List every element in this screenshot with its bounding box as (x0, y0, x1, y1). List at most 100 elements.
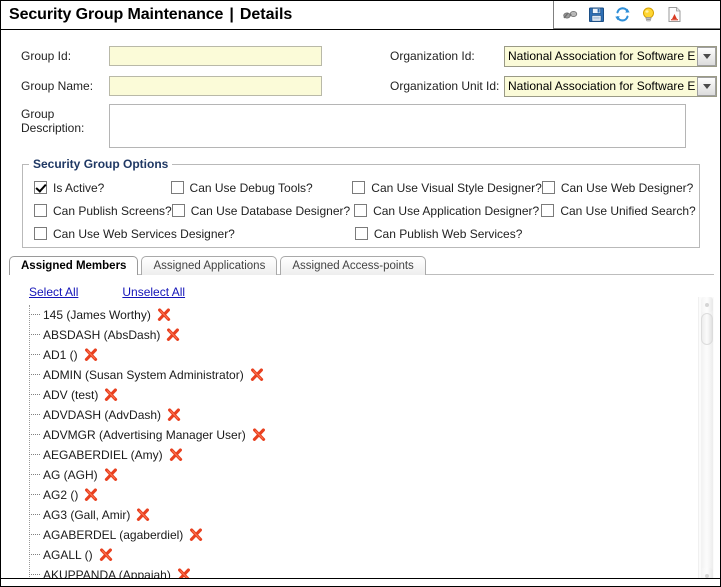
member-label: AGALL () (43, 548, 93, 562)
checkbox-can-use-debug-tools[interactable] (170, 181, 184, 194)
tabs: Assigned Members Assigned Applications Ass… (9, 255, 714, 275)
group-id-input[interactable] (109, 46, 322, 66)
member-list-item[interactable]: AGABERDEL (agaberdiel) (29, 525, 714, 545)
member-label: ADVDASH (AdvDash) (43, 408, 162, 422)
member-label: AG2 () (43, 488, 79, 502)
member-list-item[interactable]: ADV (test) (29, 385, 714, 405)
group-description-input[interactable] (109, 104, 686, 148)
member-label: AG3 (Gall, Amir) (43, 508, 131, 522)
remove-member-icon[interactable] (84, 348, 98, 362)
member-label: 145 (James Worthy) (43, 308, 151, 322)
option-can-use-debug-tools: Can Use Debug Tools? (170, 180, 353, 195)
checkbox-is-active[interactable] (34, 181, 47, 194)
options-row: Can Publish Screens? Can Use Database Des… (23, 199, 699, 222)
option-can-publish-screens: Can Publish Screens? (23, 204, 172, 218)
remove-member-icon[interactable] (250, 368, 264, 382)
checkbox-can-use-visual-style-designer[interactable] (352, 181, 366, 194)
options-row: Can Use Web Services Designer? Can Publis… (23, 222, 699, 245)
label-can-use-debug-tools: Can Use Debug Tools? (189, 180, 313, 195)
remove-member-icon[interactable] (104, 388, 118, 402)
organization-id-dropdown-button[interactable] (697, 46, 716, 66)
lightbulb-icon[interactable] (640, 6, 657, 23)
organization-id-value: National Association for Software E (508, 48, 696, 63)
tab-bar: Assigned Members Assigned Applications Ass… (9, 255, 714, 275)
member-list-item[interactable]: ADVMGR (Advertising Manager User) (29, 425, 714, 445)
report-icon[interactable] (666, 6, 683, 23)
chevron-down-icon (702, 83, 711, 89)
option-can-use-visual-style-designer: Can Use Visual Style Designer? (352, 181, 542, 195)
remove-member-icon[interactable] (104, 468, 118, 482)
group-name-label: Group Name: (21, 79, 94, 93)
option-can-publish-web-services: Can Publish Web Services? (354, 226, 542, 241)
page-header: Security Group Maintenance | Details (1, 1, 720, 30)
organization-unit-id-dropdown-button[interactable] (697, 76, 716, 96)
member-list-item[interactable]: ABSDASH (AbsDash) (29, 325, 714, 345)
assigned-members-panel: Select All Unselect All 145 (James Worth… (9, 275, 714, 579)
member-list-item[interactable]: AEGABERDIEL (Amy) (29, 445, 714, 465)
organization-unit-id-value: National Association for Software E (508, 78, 696, 93)
remove-member-icon[interactable] (252, 428, 266, 442)
remove-member-icon[interactable] (136, 508, 150, 522)
form-area: Group Id: Group Name: Group Description:… (1, 30, 720, 148)
scrollbar-thumb[interactable] (701, 313, 713, 345)
tab-assigned-access-points[interactable]: Assigned Access-points (280, 256, 426, 275)
member-label: ADV (test) (43, 388, 99, 402)
remove-member-icon[interactable] (84, 488, 98, 502)
checkbox-can-use-database-designer[interactable] (171, 204, 185, 217)
member-list-item[interactable]: 145 (James Worthy) (29, 305, 714, 325)
refresh-icon[interactable] (614, 6, 631, 23)
security-group-options-legend: Security Group Options (29, 157, 173, 171)
member-list-item[interactable]: AG3 (Gall, Amir) (29, 505, 714, 525)
member-list-item[interactable]: ADVDASH (AdvDash) (29, 405, 714, 425)
label-can-use-web-services-designer: Can Use Web Services Designer? (53, 226, 235, 241)
member-list-item[interactable]: AGALL () (29, 545, 714, 565)
option-can-use-application-designer: Can Use Application Designer? (354, 204, 541, 218)
select-all-link[interactable]: Select All (29, 285, 78, 299)
member-list-item[interactable]: AG (AGH) (29, 465, 714, 485)
remove-member-icon[interactable] (157, 308, 171, 322)
member-list-item[interactable]: AG2 () (29, 485, 714, 505)
vertical-scrollbar[interactable] (698, 297, 714, 583)
page-title: Security Group Maintenance (9, 6, 224, 23)
tab-assigned-applications[interactable]: Assigned Applications (141, 256, 278, 275)
organization-unit-id-label: Organization Unit Id: (390, 79, 500, 93)
label-is-active: Is Active? (53, 180, 105, 195)
group-name-input[interactable] (109, 76, 322, 96)
tab-label: Assigned Access-points (292, 260, 414, 272)
save-icon[interactable] (588, 6, 605, 23)
organization-unit-id-row: Organization Unit Id: National Associati… (390, 74, 717, 98)
chevron-down-icon (702, 53, 711, 59)
checkbox-can-use-web-designer[interactable] (541, 181, 555, 194)
unselect-all-link[interactable]: Unselect All (122, 285, 185, 299)
remove-member-icon[interactable] (189, 528, 203, 542)
member-list-item[interactable]: AD1 () (29, 345, 714, 365)
scrollbar-up-button[interactable] (701, 297, 713, 312)
member-label: AGABERDEL (agaberdiel) (43, 528, 184, 542)
selection-links: Select All Unselect All (9, 275, 714, 305)
remove-member-icon[interactable] (167, 408, 181, 422)
member-label: AG (AGH) (43, 468, 98, 482)
label-can-use-database-designer: Can Use Database Designer? (190, 203, 351, 218)
organization-id-select[interactable]: National Association for Software E (504, 45, 717, 67)
member-label: AD1 () (43, 348, 78, 362)
tab-assigned-members[interactable]: Assigned Members (9, 256, 139, 275)
remove-member-icon[interactable] (169, 448, 183, 462)
checkbox-can-publish-screens[interactable] (34, 204, 47, 217)
option-is-active: Is Active? (23, 181, 171, 195)
remove-member-icon[interactable] (99, 548, 113, 562)
group-description-label: Group Description: (21, 107, 85, 135)
organization-id-label: Organization Id: (390, 49, 475, 63)
checkbox-can-use-unified-search[interactable] (541, 204, 555, 217)
checkbox-can-use-application-designer[interactable] (354, 204, 368, 217)
member-list-item[interactable]: ADMIN (Susan System Administrator) (29, 365, 714, 385)
option-can-use-database-designer: Can Use Database Designer? (171, 203, 354, 218)
checkbox-can-publish-web-services[interactable] (354, 227, 368, 240)
bottom-border (1, 578, 720, 586)
option-can-use-web-services-designer: Can Use Web Services Designer? (23, 227, 235, 241)
member-list-item[interactable]: AKUPPANDA (Appaiah) (29, 565, 714, 579)
label-can-publish-web-services: Can Publish Web Services? (373, 226, 523, 241)
checkbox-can-use-web-services-designer[interactable] (34, 227, 47, 240)
remove-member-icon[interactable] (166, 328, 180, 342)
binoculars-icon[interactable] (562, 6, 579, 23)
organization-unit-id-select[interactable]: National Association for Software E (504, 75, 717, 97)
